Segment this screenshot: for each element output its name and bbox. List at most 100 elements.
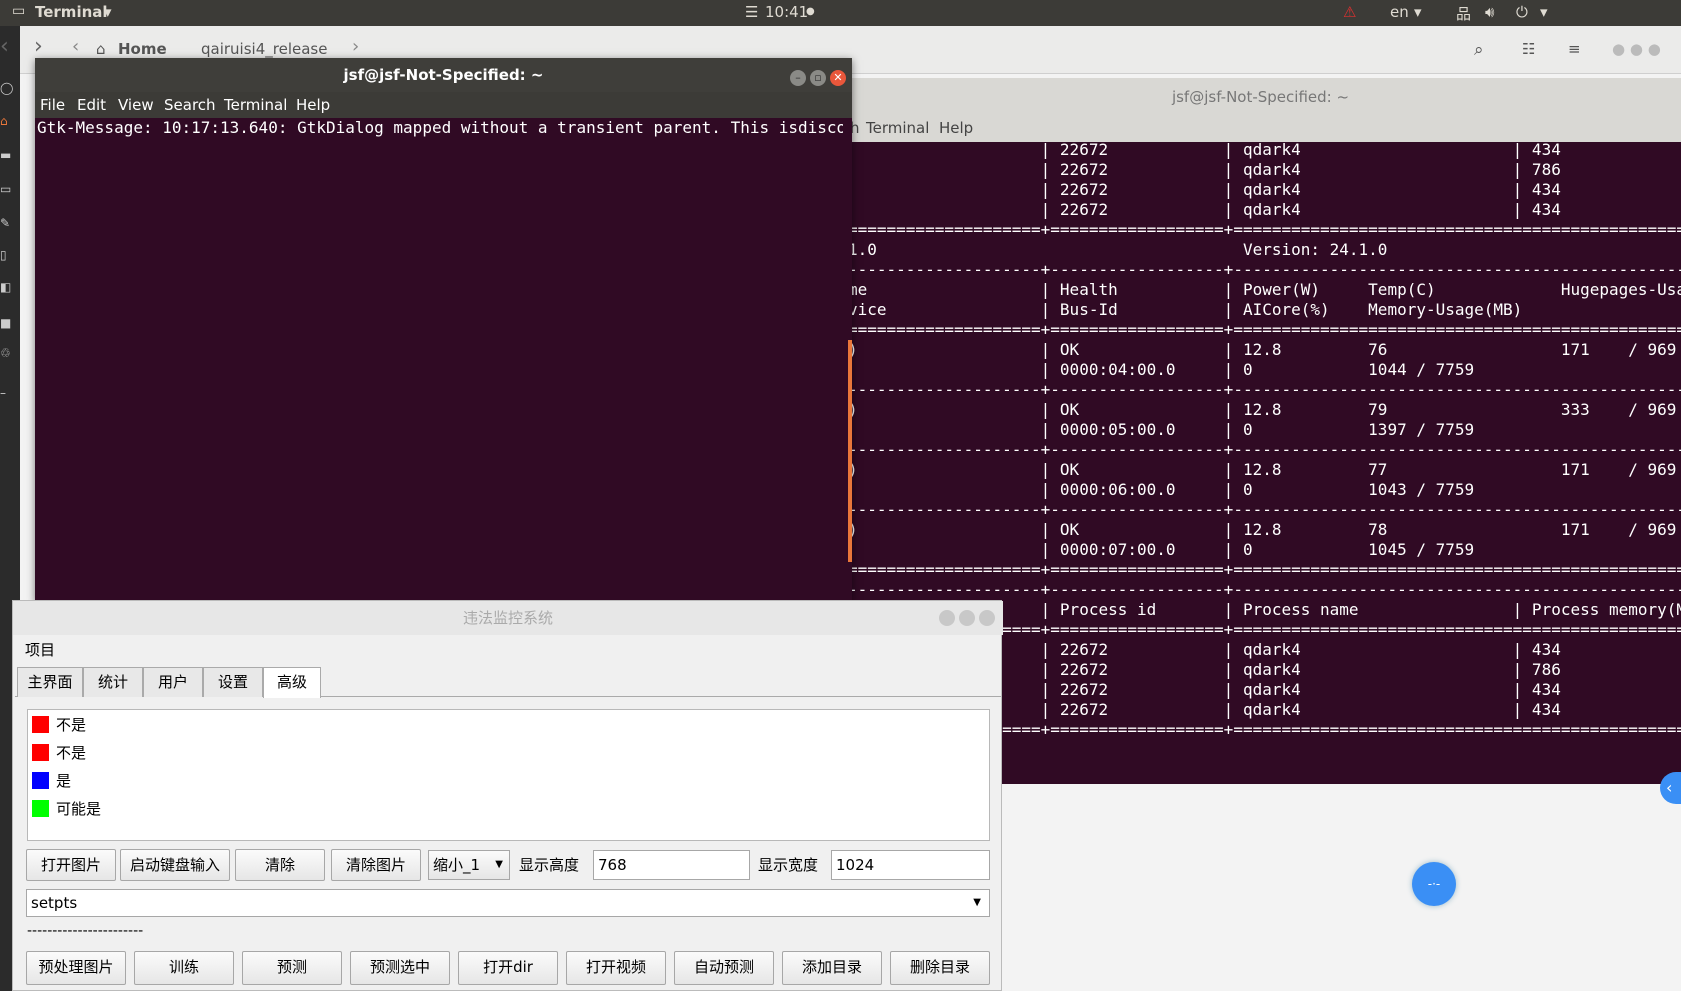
open-dir-button[interactable]: 打开dir xyxy=(458,951,558,985)
chevron-down-icon: ▼ xyxy=(973,897,981,908)
train-button[interactable]: 训练 xyxy=(134,951,234,985)
scale-select[interactable]: 缩小_1 ▼ xyxy=(428,850,510,880)
maximize-icon[interactable] xyxy=(959,610,975,626)
open-video-button[interactable]: 打开视频 xyxy=(566,951,666,985)
path-next-icon[interactable]: › xyxy=(352,36,359,57)
menu-item-help[interactable]: Help xyxy=(939,119,973,137)
legend-item: 可能是 xyxy=(32,798,101,820)
menu-item-terminal[interactable]: Terminal xyxy=(866,119,929,137)
minimize-icon[interactable] xyxy=(939,610,955,626)
add-directory-button[interactable]: 添加目录 xyxy=(782,951,882,985)
window-controls-icon[interactable]: ● ● ● xyxy=(1612,40,1661,58)
hamburger-menu-icon[interactable]: ≡ xyxy=(1568,40,1581,58)
menu-item-terminal[interactable]: Terminal xyxy=(224,96,287,114)
terminal-line: | 22672 | qdark4 | 434 xyxy=(848,140,1561,159)
warning-icon[interactable]: ⚠ xyxy=(1343,3,1356,21)
dock-icon-1[interactable]: ◯ xyxy=(0,81,14,95)
preprocess-images-button[interactable]: 预处理图片 xyxy=(26,951,126,985)
terminal-line: Gtk-Message: 10:17:13.640: GtkDialog map… xyxy=(37,118,798,137)
terminal-line: --------------------+------------------+… xyxy=(848,260,1681,279)
language-caret-icon[interactable]: ▾ xyxy=(1414,3,1422,21)
dock-icon-7[interactable]: ◧ xyxy=(0,280,14,294)
auto-predict-button[interactable]: 自动预测 xyxy=(674,951,774,985)
app-menu-label[interactable]: Terminal xyxy=(35,3,108,21)
tab-bar: 主界面 统计 用户 设置 高级 xyxy=(15,667,1001,698)
tab-stats[interactable]: 统计 xyxy=(83,667,143,697)
view-list-icon[interactable]: ☷ xyxy=(1522,40,1535,58)
height-label: 显示高度 xyxy=(519,856,580,874)
maximize-icon[interactable]: ▫ xyxy=(810,70,826,86)
color-swatch xyxy=(32,716,49,733)
dock-icon-6[interactable]: ▯ xyxy=(0,248,14,262)
terminal-line: --------------------+------------------+… xyxy=(848,440,1681,459)
terminal-line: --------------------+------------------+… xyxy=(848,500,1681,519)
dock-icon-2[interactable]: ⌂ xyxy=(0,114,14,128)
terminal-line: | 0000:05:00.0 | 0 1397 / 7759 xyxy=(848,420,1475,439)
menu-item-file[interactable]: File xyxy=(40,96,65,114)
chevron-left-icon[interactable]: ‹ xyxy=(1660,772,1681,804)
dock-icon-9[interactable]: ♲ xyxy=(0,346,14,360)
power-caret-icon[interactable]: ▾ xyxy=(1540,3,1548,21)
terminal-line: 1.0 Version: 24.1.0 xyxy=(848,240,1388,259)
terminal-output[interactable]: Gtk-Message: 10:17:13.640: GtkDialog map… xyxy=(37,118,843,602)
clear-images-button[interactable]: 清除图片 xyxy=(331,849,421,881)
delete-directory-button[interactable]: 删除目录 xyxy=(890,951,990,985)
menu-item-view[interactable]: View xyxy=(118,96,154,114)
height-input[interactable]: 768 xyxy=(593,850,750,880)
tab-settings[interactable]: 设置 xyxy=(203,667,263,697)
terminal-line: ====================+==================+… xyxy=(848,320,1681,339)
path-prev-icon[interactable]: ‹ xyxy=(72,36,79,57)
clear-button[interactable]: 清除 xyxy=(235,849,325,881)
terminal-line: discouraged. xyxy=(798,118,843,137)
color-swatch xyxy=(32,800,49,817)
tab-main[interactable]: 主界面 xyxy=(17,667,83,697)
search-icon[interactable]: ⌕ xyxy=(1474,40,1484,60)
open-image-button[interactable]: 打开图片 xyxy=(26,849,116,881)
terminal-line: --------------------+------------------+… xyxy=(848,380,1681,399)
minimize-icon[interactable]: – xyxy=(790,70,806,86)
legend-label: 是 xyxy=(56,772,72,790)
path-folder-button[interactable]: qairuisi4_release xyxy=(201,40,327,58)
terminal-line: | 0000:04:00.0 | 0 1044 / 7759 xyxy=(848,360,1475,379)
window-title: jsf@jsf-Not-Specified: ~ xyxy=(35,58,852,92)
top-panel: ▭ Terminal ▾ ☰ 10:41 ● ⚠ en ▾ 品 🔊︎ ⏻ ▾ xyxy=(0,0,1681,26)
terminal-line: me | Health | Power(W) Temp(C) Hugepages… xyxy=(848,280,1681,299)
predict-button[interactable]: 预测 xyxy=(242,951,342,985)
dock-icon-8[interactable]: ■ xyxy=(0,316,14,330)
terminal-line: ====================+==================+… xyxy=(848,220,1681,239)
legend-panel: 不是 不是 是 可能是 xyxy=(27,709,990,841)
menu-item-edit[interactable]: Edit xyxy=(77,96,106,114)
filter-combobox[interactable]: setpts ▼ xyxy=(26,889,990,917)
tab-users[interactable]: 用户 xyxy=(143,667,203,697)
keyboard-input-button[interactable]: 启动键盘输入 xyxy=(120,849,230,881)
width-input[interactable]: 1024 xyxy=(831,850,990,880)
predict-selected-button[interactable]: 预测选中 xyxy=(350,951,450,985)
app-menu-caret-icon[interactable]: ▾ xyxy=(104,3,112,21)
home-icon[interactable]: ⌂ xyxy=(96,40,106,58)
menu-item-search[interactable]: Search xyxy=(164,96,216,114)
scrollbar-thumb[interactable] xyxy=(848,340,852,562)
dock-icon-10[interactable]: – xyxy=(0,386,14,400)
terminal-line: | 0000:06:00.0 | 0 1043 / 7759 xyxy=(848,480,1475,499)
tab-advanced[interactable]: 高级 xyxy=(263,667,321,698)
dock-icon-4[interactable]: ▭ xyxy=(0,182,14,196)
menu-project[interactable]: 项目 xyxy=(25,639,55,660)
terminal-line: --------------------+------------------+… xyxy=(848,580,1681,599)
close-icon[interactable]: ✕ xyxy=(830,70,846,86)
power-icon[interactable]: ⏻ xyxy=(1516,3,1528,21)
dock-icon-5[interactable]: ✎ xyxy=(0,216,14,230)
back-icon[interactable]: ‹ xyxy=(0,34,9,59)
forward-icon[interactable]: › xyxy=(34,34,43,59)
terminal-app-icon: ▭ xyxy=(12,3,26,19)
monitor-app-window: 违法监控系统 项目 主界面 统计 用户 设置 高级 不是 不是 是 可能是 打开… xyxy=(12,600,1003,991)
terminal-line: ) | OK | 12.8 76 171 / 969 xyxy=(848,340,1677,359)
volume-icon[interactable]: 🔊︎ xyxy=(1485,3,1494,21)
crosshair-icon[interactable]: -·- xyxy=(1412,862,1456,906)
close-icon[interactable] xyxy=(979,610,995,626)
path-home-button[interactable]: Home xyxy=(118,40,167,58)
language-indicator[interactable]: en xyxy=(1390,3,1409,21)
clock[interactable]: 10:41 xyxy=(765,3,808,21)
dock-icon-3[interactable]: ▬ xyxy=(0,148,14,162)
menu-item-help[interactable]: Help xyxy=(296,96,330,114)
network-icon[interactable]: 品 xyxy=(1456,3,1471,24)
